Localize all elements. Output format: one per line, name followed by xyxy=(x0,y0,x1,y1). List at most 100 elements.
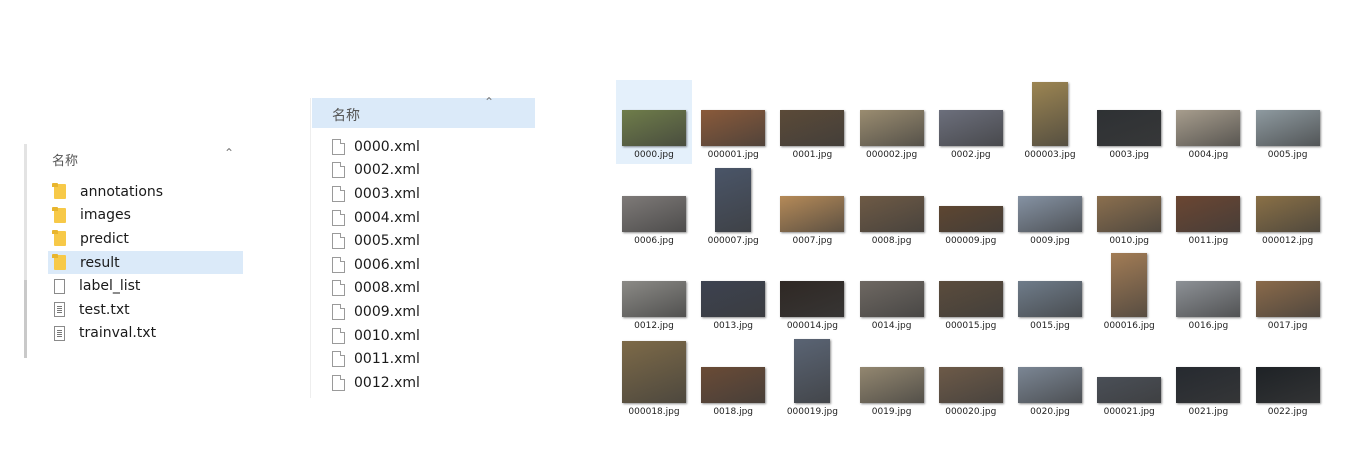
thumbnail-item[interactable]: 000019.jpg xyxy=(774,337,850,421)
file-name: 0008.xml xyxy=(354,280,420,297)
file-row[interactable]: 0003.xml xyxy=(332,182,532,206)
scrollbar-thumb[interactable] xyxy=(24,280,27,358)
thumbnail-caption: 0013.jpg xyxy=(713,321,754,331)
list-item-test-txt[interactable]: test.txt xyxy=(48,298,243,322)
thumbnail-item[interactable]: 0004.jpg xyxy=(1170,80,1246,164)
file-row[interactable]: 0000.xml xyxy=(332,135,532,159)
xml-file-icon xyxy=(332,303,345,320)
thumbnail-caption: 0022.jpg xyxy=(1267,406,1308,417)
thumbnail-item[interactable]: 0009.jpg xyxy=(1012,166,1088,250)
thumbnail-item[interactable]: 0006.jpg xyxy=(616,166,692,250)
file-row[interactable]: 0008.xml xyxy=(332,277,532,301)
thumbnail-item[interactable]: 0017.jpg xyxy=(1250,251,1326,335)
thumbnail-item[interactable]: 000020.jpg xyxy=(933,337,1009,421)
file-row[interactable]: 0002.xml xyxy=(332,159,532,183)
thumbnail-item[interactable]: 000001.jpg xyxy=(695,80,771,164)
item-label: label_list xyxy=(79,278,141,295)
xml-file-icon xyxy=(332,138,345,155)
thumbnail-image xyxy=(1018,281,1082,317)
thumbnail-caption: 000009.jpg xyxy=(945,235,997,246)
name-column-header[interactable]: 名称 ⌃ xyxy=(312,95,535,128)
thumbnail-item[interactable]: 0014.jpg xyxy=(854,251,930,335)
thumbnail-item[interactable]: 0011.jpg xyxy=(1170,166,1246,250)
thumbnail-image xyxy=(859,195,924,232)
file-row[interactable]: 0009.xml xyxy=(332,300,532,324)
folder-icon xyxy=(52,183,66,200)
list-item-label-list[interactable]: label_list xyxy=(48,274,243,298)
thumbnail-item[interactable]: 0012.jpg xyxy=(616,251,692,335)
thumbnail-image xyxy=(1255,366,1320,403)
thumbnail-item[interactable]: 000007.jpg xyxy=(695,166,771,250)
item-label: result xyxy=(80,254,120,271)
thumbnail-caption: 000003.jpg xyxy=(1024,150,1076,160)
pane-divider xyxy=(310,98,311,398)
list-item-result[interactable]: result xyxy=(48,250,243,275)
file-row[interactable]: 0005.xml xyxy=(332,229,532,253)
thumbnail-image xyxy=(1097,110,1162,146)
thumbnail-caption: 0014.jpg xyxy=(871,321,912,331)
thumbnail-image xyxy=(794,338,831,403)
list-item-trainval-txt[interactable]: trainval.txt xyxy=(48,322,243,346)
thumbnail-item[interactable]: 0022.jpg xyxy=(1250,337,1326,421)
thumbnail-item[interactable]: 0007.jpg xyxy=(774,166,850,250)
file-row[interactable]: 0004.xml xyxy=(332,206,532,230)
thumbnail-item[interactable]: 0000.jpg xyxy=(616,80,692,164)
file-row[interactable]: 0012.xml xyxy=(332,371,532,395)
thumbnail-image xyxy=(938,110,1003,146)
thumbnail-item[interactable]: 0021.jpg xyxy=(1170,337,1246,421)
thumbnail-item[interactable]: 000014.jpg xyxy=(774,251,850,335)
thumbnail-item[interactable]: 0016.jpg xyxy=(1170,251,1246,335)
list-item-images[interactable]: images xyxy=(48,204,243,228)
thumbnail-item[interactable]: 000018.jpg xyxy=(616,337,692,421)
item-label: trainval.txt xyxy=(79,325,157,342)
thumbnail-image xyxy=(701,281,766,317)
folder-list-pane: 名称 ⌃ annotations images predict result label… xyxy=(22,140,243,362)
file-row[interactable]: 0006.xml xyxy=(332,253,532,277)
thumbnail-image xyxy=(859,366,924,403)
list-item-predict[interactable]: predict xyxy=(48,227,243,251)
thumbnail-item[interactable]: 0010.jpg xyxy=(1091,166,1167,250)
text-file-icon xyxy=(54,302,65,318)
thumbnail-caption: 000018.jpg xyxy=(628,406,680,417)
thumbnail-caption: 0002.jpg xyxy=(950,150,991,160)
file-name: 0004.xml xyxy=(354,209,420,226)
thumbnail-item[interactable]: 0008.jpg xyxy=(854,166,930,250)
file-name: 0010.xml xyxy=(354,327,420,344)
name-column-header[interactable]: 名称 ⌃ xyxy=(48,146,238,170)
thumbnail-item[interactable]: 000015.jpg xyxy=(933,251,1009,335)
file-row[interactable]: 0010.xml xyxy=(332,324,532,348)
list-item-annotations[interactable]: annotations xyxy=(48,180,243,204)
thumbnail-item[interactable]: 0001.jpg xyxy=(774,80,850,164)
thumbnail-item[interactable]: 0013.jpg xyxy=(695,251,771,335)
thumbnail-image xyxy=(1097,376,1162,403)
thumbnail-item[interactable]: 0018.jpg xyxy=(695,337,771,421)
thumbnail-image xyxy=(1176,366,1241,403)
thumbnail-item[interactable]: 000009.jpg xyxy=(933,166,1009,250)
thumbnail-item[interactable]: 0003.jpg xyxy=(1091,80,1167,164)
thumbnail-item[interactable]: 0015.jpg xyxy=(1012,251,1088,335)
file-row[interactable]: 0011.xml xyxy=(332,347,532,371)
thumbnail-caption: 0000.jpg xyxy=(634,150,674,160)
thumbnail-image xyxy=(1018,195,1082,232)
thumbnail-caption: 0017.jpg xyxy=(1267,321,1308,331)
thumbnail-item[interactable]: 000021.jpg xyxy=(1091,337,1167,421)
sort-chevron-up-icon: ⌃ xyxy=(224,146,235,160)
folder-list: annotations images predict result label_list… xyxy=(48,180,243,345)
thumbnail-item[interactable]: 000002.jpg xyxy=(854,80,930,164)
thumbnail-caption: 0019.jpg xyxy=(871,406,912,417)
xml-file-icon xyxy=(332,280,345,297)
thumbnail-image xyxy=(1255,110,1320,146)
thumbnail-item[interactable]: 0005.jpg xyxy=(1250,80,1326,164)
thumbnail-item[interactable]: 000016.jpg xyxy=(1091,251,1167,335)
thumbnail-image xyxy=(859,110,924,146)
thumbnail-caption: 0008.jpg xyxy=(871,235,912,246)
thumbnail-caption: 000020.jpg xyxy=(945,406,997,417)
thumbnail-item[interactable]: 000012.jpg xyxy=(1250,166,1326,250)
thumbnail-item[interactable]: 0019.jpg xyxy=(854,337,930,421)
folder-icon xyxy=(52,230,66,247)
xml-file-icon xyxy=(332,185,345,202)
thumbnail-item[interactable]: 000003.jpg xyxy=(1012,80,1088,164)
thumbnail-item[interactable]: 0002.jpg xyxy=(933,80,1009,164)
thumbnail-item[interactable]: 0020.jpg xyxy=(1012,337,1088,421)
xml-file-list-pane: 名称 ⌃ 0000.xml 0002.xml 0003.xml 0004.xml 000… xyxy=(310,95,536,398)
